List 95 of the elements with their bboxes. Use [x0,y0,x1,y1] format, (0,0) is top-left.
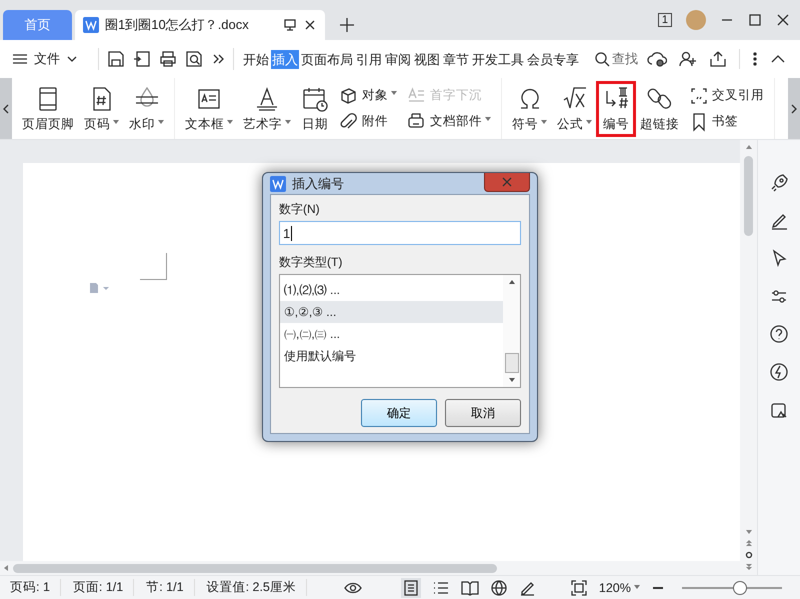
horizontal-scrollbar[interactable] [0,561,740,575]
cross-reference-icon [689,86,709,106]
maximize-icon [748,13,762,27]
scrollbar-thumb[interactable] [504,353,518,373]
ribbon-button[interactable]: 页眉页脚 [18,82,78,134]
screen-icon [283,18,297,32]
ok-button[interactable]: 确定 [361,399,437,427]
scrollbar-thumb[interactable] [13,564,497,572]
fit-icon [570,580,587,596]
menu-tab[interactable]: 章节 [442,50,470,68]
ribbon-button[interactable]: 超链接 [636,82,683,134]
close-icon [303,18,317,32]
number-field[interactable]: 1 [279,221,521,245]
vertical-scrollbar[interactable] [740,140,757,575]
scroll-left-icon [3,564,9,572]
ribbon-button[interactable]: 对象 [339,86,397,106]
print-preview-icon [185,50,203,68]
menu-tab[interactable]: 视图 [413,50,441,68]
more-icon [752,51,758,67]
list-item[interactable]: ①,②,③ ... [280,301,503,323]
menu-tab[interactable]: 开始 [242,50,270,68]
ribbon-button[interactable]: 日期 [297,82,333,134]
next-page-icon [744,563,752,571]
status-text: 页码: 1 [10,579,61,596]
document-icon [88,282,112,294]
menu-tab[interactable]: 审阅 [384,50,412,68]
globe-icon [490,580,507,596]
status-text: 页面: 1/1 [72,579,134,596]
scroll-up-icon [508,279,516,285]
chevron-left-icon [2,104,10,114]
avatar[interactable] [686,10,706,30]
page-view-icon [404,580,418,596]
ribbon-button[interactable]: 文本框 [181,82,237,134]
ribbon-button[interactable]: 艺术字 [239,82,295,134]
list-item[interactable]: ⑴,⑵,⑶ ... [280,279,503,301]
dialog-title: 插入编号 [292,174,344,192]
menu-tab[interactable]: 引用 [355,50,383,68]
printer-icon [159,50,177,68]
search-icon [594,51,610,67]
scroll-down-icon [508,377,516,383]
ribbon-button[interactable]: 公式 [553,82,596,134]
eye-icon [342,580,363,594]
scrollbar-thumb[interactable] [744,156,753,236]
pen-icon [518,580,535,596]
save-icon [107,50,125,68]
book-icon [460,580,479,596]
cloud-icon [647,50,667,68]
status-text: 节: 1/1 [146,579,195,596]
export-icon [133,50,151,68]
zoom-level[interactable]: 120% [598,580,640,594]
menu-icon [12,52,28,66]
plus-icon [338,16,356,34]
ribbon-button[interactable]: 文档部件 [407,112,491,132]
scroll-right-button[interactable] [788,78,800,139]
close-icon [776,13,790,27]
help-icon [769,324,789,344]
lightning-icon [769,362,789,382]
menu-tab[interactable]: 开发工具 [471,50,525,68]
scroll-up-icon [744,144,752,150]
menu-tab[interactable]: 页面布局 [300,50,354,68]
field-label: 数字(N) [279,201,321,218]
ribbon-button[interactable]: 书签 [689,112,764,132]
search-button[interactable]: 查找 [594,50,638,68]
select-object-icon [744,551,752,559]
share-icon [709,50,727,68]
list-item[interactable]: ㈠,㈡,㈢ ... [280,323,503,345]
rocket-icon [769,172,789,192]
ribbon-button[interactable]: 页码 [80,82,123,134]
ribbon-button[interactable]: 水印 [125,82,168,134]
window-count[interactable]: 1 [658,13,672,27]
cancel-button[interactable]: 取消 [445,399,521,427]
app-icon [270,176,286,192]
ribbon-button[interactable]: 编号 [598,82,634,134]
menu-tab[interactable]: 插入 [271,50,299,68]
scroll-down-icon [744,529,752,535]
ribbon-button[interactable]: 符号 [508,82,551,134]
document-icon [83,17,99,33]
menu-tab[interactable]: 会员专享 [526,50,580,68]
previous-page-icon [744,539,752,547]
chevron-right-icon [790,104,798,114]
document-tab[interactable]: 圈1到圈10怎么打？.docx [75,10,325,40]
margin-mark [140,253,167,280]
close-icon [501,176,513,188]
field-label: 数字类型(T) [279,254,344,271]
slider-thumb[interactable] [733,580,748,594]
add-user-icon [679,50,697,68]
scroll-left-button[interactable] [0,78,12,139]
ribbon-button[interactable]: 交叉引用 [689,86,764,106]
ribbon-button[interactable]: 附件 [339,112,397,132]
status-text: 设置值: 2.5厘米 [206,579,307,596]
list-item[interactable]: 使用默认编号 [280,345,503,367]
scrollbar[interactable] [503,275,520,387]
close-button[interactable] [484,173,530,192]
outline-icon [432,580,449,596]
file-menu[interactable]: 文件 [12,50,78,68]
